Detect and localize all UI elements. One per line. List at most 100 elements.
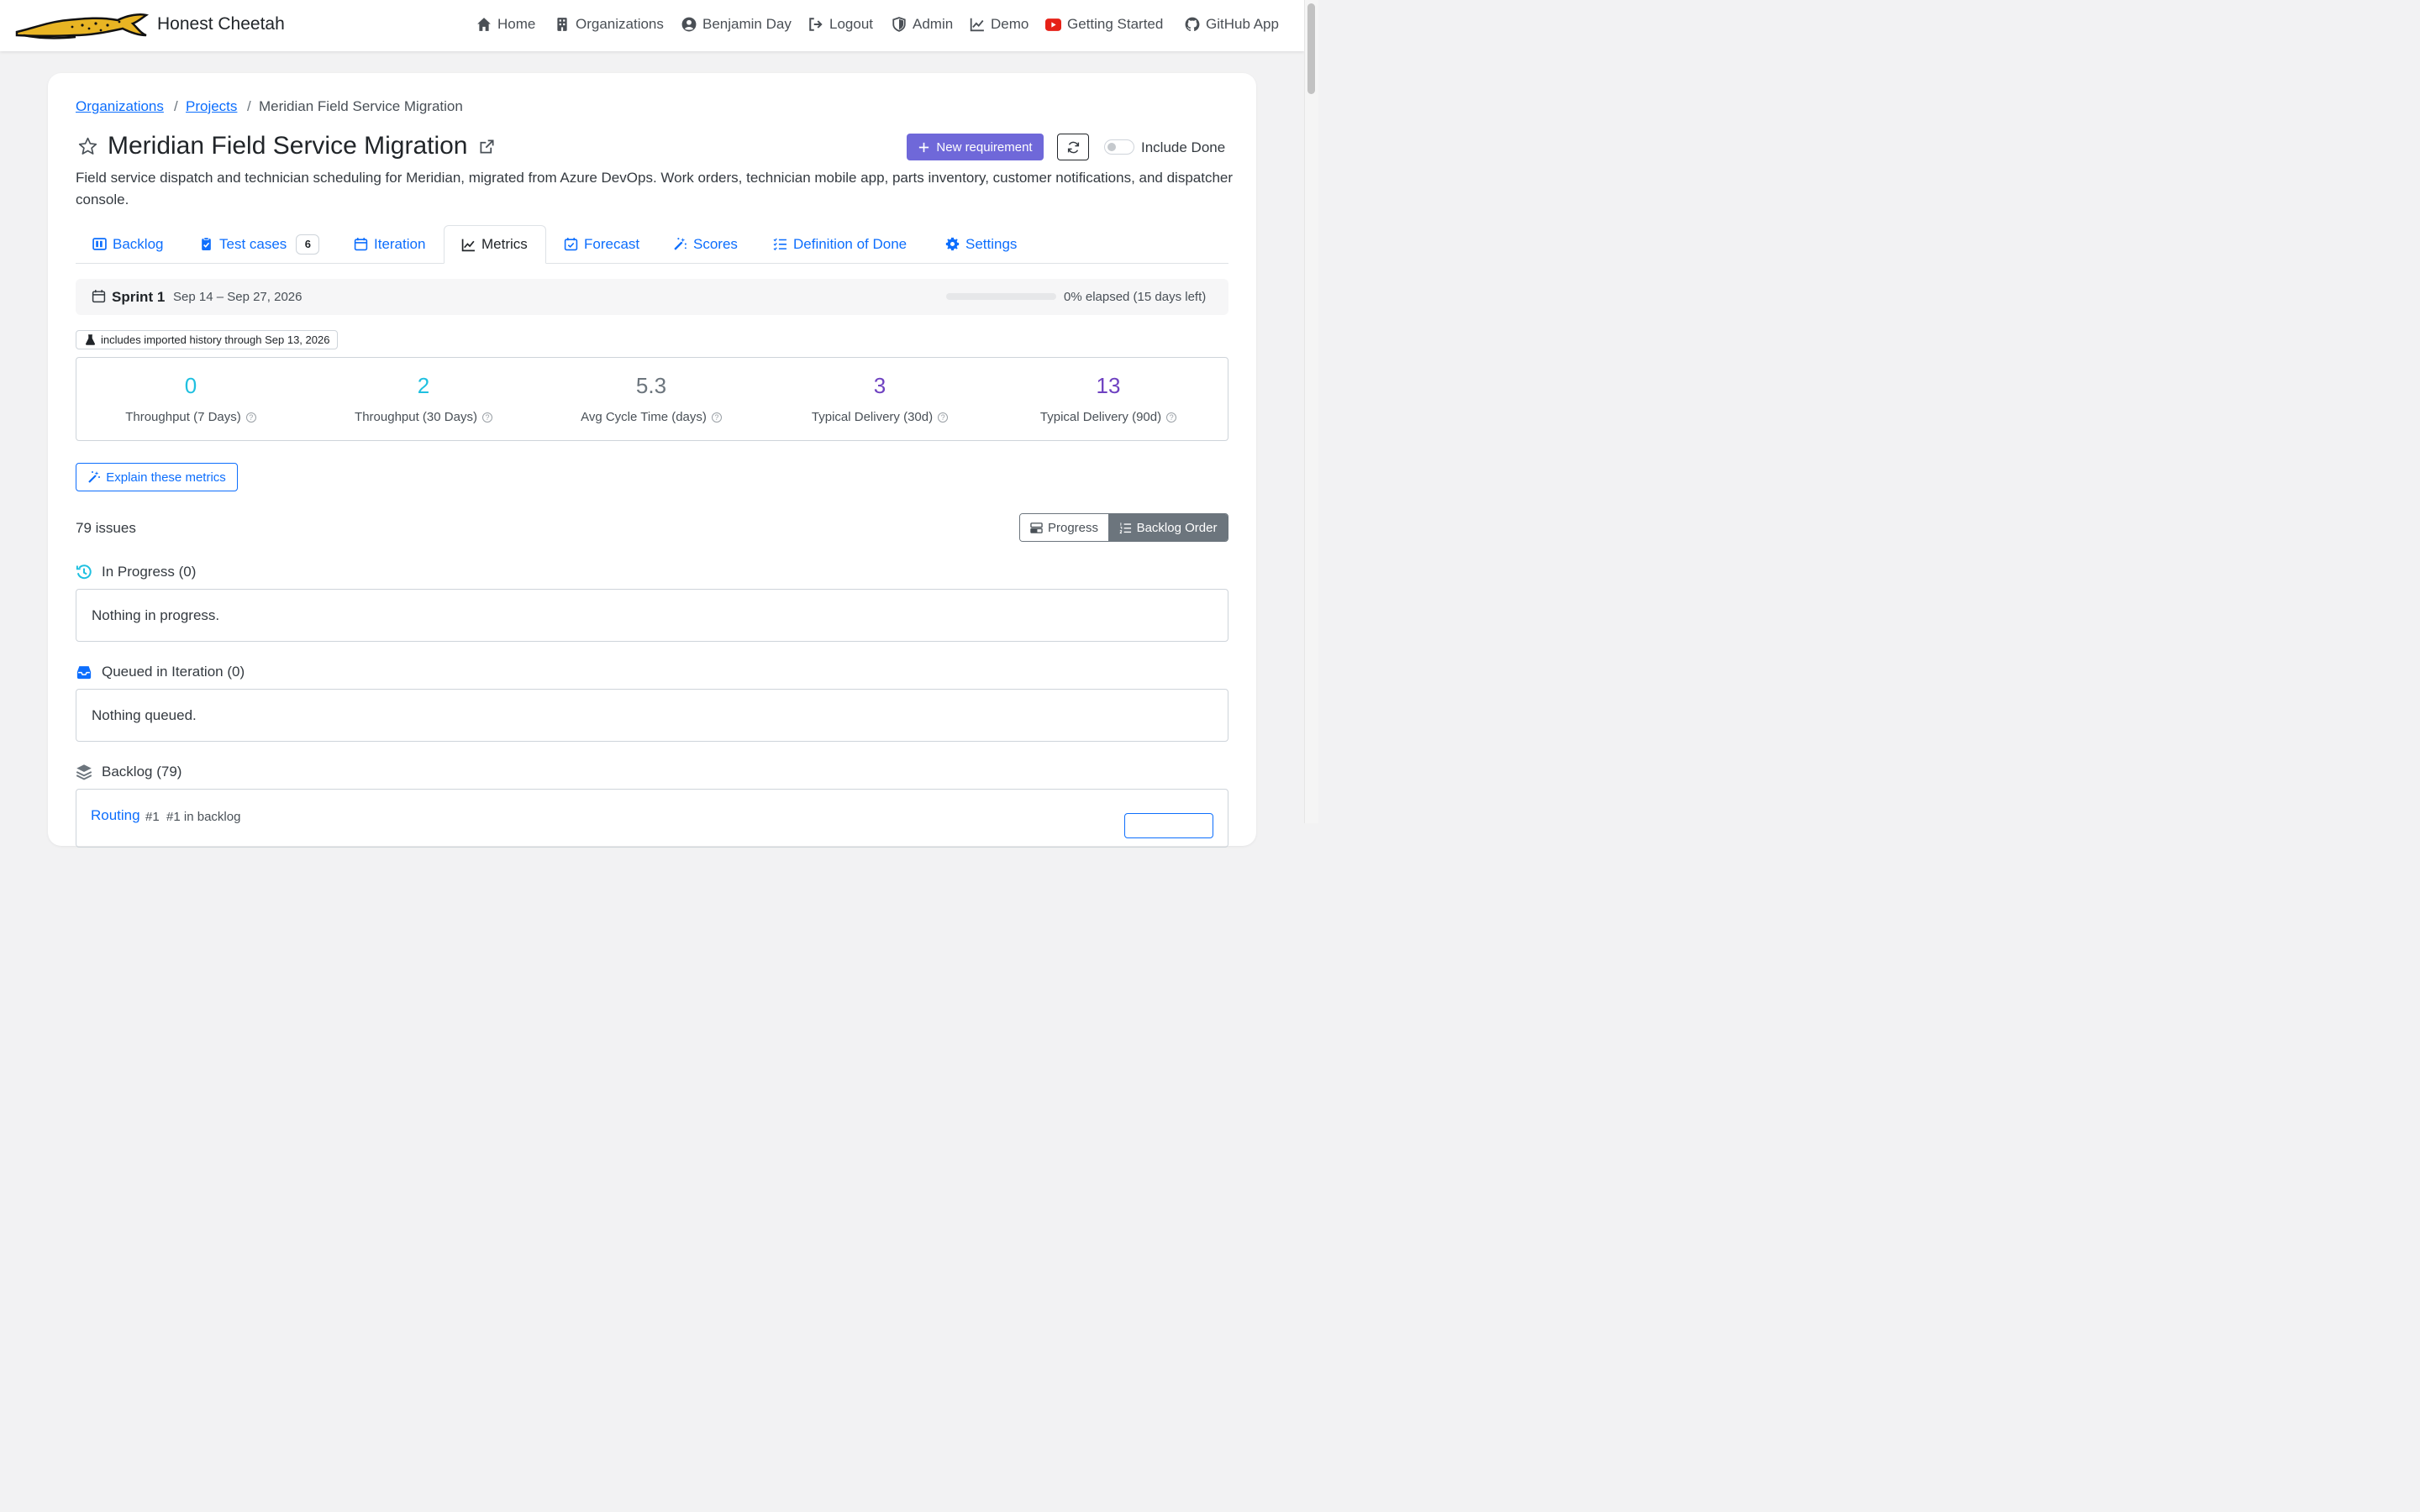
help-icon[interactable]: ? [938, 412, 949, 423]
tab-settings-label: Settings [965, 235, 1018, 252]
backlog-heading: Backlog (79) [76, 764, 182, 780]
github-icon [1185, 17, 1200, 32]
backlog-item-id: #1 [145, 810, 160, 824]
tab-iteration-label: Iteration [374, 235, 426, 252]
nav-github-app[interactable]: GitHub App [1185, 16, 1279, 33]
explain-metrics-label: Explain these metrics [106, 470, 226, 485]
refresh-button[interactable] [1057, 134, 1089, 160]
metric-value: 5.3 [635, 373, 667, 398]
new-requirement-label: New requirement [936, 139, 1033, 155]
issues-count: 79 issues [76, 520, 136, 536]
nav-getting-started[interactable]: Getting Started [1045, 16, 1163, 33]
nav-organizations-label: Organizations [576, 16, 664, 32]
help-icon[interactable]: ? [245, 412, 256, 423]
backlog-item-card [76, 789, 1228, 848]
sprint-dates: Sep 14 – Sep 27, 2026 [173, 290, 302, 304]
nav-home[interactable]: Home [476, 16, 535, 33]
breadcrumb-separator: / [174, 98, 178, 114]
tab-forecast[interactable]: Forecast [564, 225, 639, 263]
nav-admin[interactable]: Admin [892, 16, 953, 33]
test-cases-count-badge: 6 [296, 234, 320, 255]
in-progress-empty-text: Nothing in progress. [92, 607, 220, 623]
in-progress-box: Nothing in progress. [76, 589, 1228, 642]
new-requirement-button[interactable]: New requirement [907, 134, 1044, 160]
brand-name[interactable]: Honest Cheetah [157, 14, 285, 34]
nav-admin-label: Admin [913, 16, 954, 32]
metric-label: Throughput (7 Days) [125, 410, 241, 424]
user-circle-icon [681, 17, 697, 32]
tab-definition-of-done-label: Definition of Done [793, 235, 908, 252]
help-icon[interactable]: ? [481, 412, 492, 423]
list-ol-icon [1119, 522, 1131, 533]
breadcrumb-projects[interactable]: Projects [186, 98, 237, 114]
breadcrumb-organizations[interactable]: Organizations [76, 98, 164, 114]
breadcrumb-projects-wrap: Projects [186, 98, 237, 115]
backlog-title: Backlog (79) [102, 764, 182, 780]
tab-metrics[interactable]: Metrics [444, 225, 546, 264]
queued-box: Nothing queued. [76, 689, 1228, 742]
refresh-icon [1067, 141, 1079, 153]
building-icon [557, 18, 567, 31]
cheetah-logo-icon[interactable] [15, 10, 150, 40]
progress-icon [1030, 522, 1043, 533]
chart-line-icon [461, 239, 475, 251]
help-icon[interactable]: ? [1166, 412, 1177, 423]
sprint-elapsed-text: 0% elapsed (15 days left) [1064, 290, 1207, 304]
metric-label: Avg Cycle Time (days) [581, 410, 707, 424]
flask-icon [85, 334, 96, 345]
explain-metrics-button[interactable]: Explain these metrics [76, 463, 238, 491]
include-done-toggle[interactable] [1104, 139, 1134, 155]
tab-backlog[interactable]: Backlog [92, 225, 163, 263]
tab-backlog-label: Backlog [113, 235, 164, 252]
tab-forecast-label: Forecast [584, 235, 640, 252]
breadcrumb-current: Meridian Field Service Migration [259, 98, 463, 114]
imported-history-chip: includes imported history through Sep 13… [76, 330, 339, 349]
view-backlog-order-button[interactable]: Backlog Order [1108, 514, 1228, 541]
calendar-check-icon [564, 238, 578, 251]
nav-getting-started-label: Getting Started [1067, 16, 1164, 32]
list-check-icon [773, 238, 786, 251]
view-backlog-order-label: Backlog Order [1136, 520, 1218, 535]
imported-history-text: includes imported history through Sep 13… [101, 333, 330, 346]
tab-test-cases-label: Test cases [219, 235, 287, 252]
chart-line-icon [970, 18, 984, 32]
nav-user-label: Benjamin Day [702, 16, 792, 32]
queued-empty-text: Nothing queued. [92, 707, 197, 723]
toggle-knob [1107, 143, 1116, 151]
page-scrollbar[interactable] [1304, 0, 1318, 823]
tab-settings[interactable]: Settings [945, 225, 1017, 263]
nav-demo[interactable]: Demo [970, 16, 1028, 33]
help-icon[interactable]: ? [711, 412, 722, 423]
view-progress-button[interactable]: Progress [1020, 514, 1108, 541]
nav-logout-label: Logout [829, 16, 873, 32]
metric-label: Typical Delivery (90d) [1039, 410, 1162, 424]
calendar-icon [92, 290, 106, 303]
tab-scores-label: Scores [693, 235, 738, 252]
page-title: Meridian Field Service Migration [108, 132, 468, 160]
tab-scores[interactable]: Scores [673, 225, 738, 263]
metric-value: 13 [1096, 373, 1121, 398]
backlog-item-title[interactable]: Routing [91, 807, 140, 824]
tab-test-cases[interactable]: Test cases 6 [199, 225, 320, 263]
youtube-icon [1045, 18, 1061, 31]
external-link-icon[interactable] [479, 139, 495, 155]
tab-definition-of-done[interactable]: Definition of Done [773, 225, 907, 263]
nav-organizations[interactable]: Organizations [555, 16, 664, 33]
metrics-panel: 0 Throughput (7 Days)? 2 Throughput (30 … [76, 357, 1228, 441]
view-toggle: Progress Backlog Order [1019, 513, 1228, 542]
tab-iteration[interactable]: Iteration [354, 225, 425, 263]
scrollbar-thumb[interactable] [1307, 3, 1315, 94]
in-progress-title: In Progress (0) [102, 564, 197, 580]
sprint-name: Sprint 1 [112, 289, 166, 305]
nav-home-label: Home [497, 16, 536, 32]
nav-logout[interactable]: Logout [808, 16, 873, 33]
backlog-item-action-button[interactable] [1124, 813, 1213, 838]
star-icon[interactable] [77, 136, 98, 157]
nav-user[interactable]: Benjamin Day [681, 16, 792, 33]
layers-icon [76, 764, 92, 780]
home-icon [477, 18, 491, 31]
gear-icon [945, 237, 960, 251]
queued-heading: Queued in Iteration (0) [76, 664, 245, 680]
metric-label: Throughput (30 Days) [355, 410, 477, 424]
metric-value: 3 [873, 373, 886, 398]
